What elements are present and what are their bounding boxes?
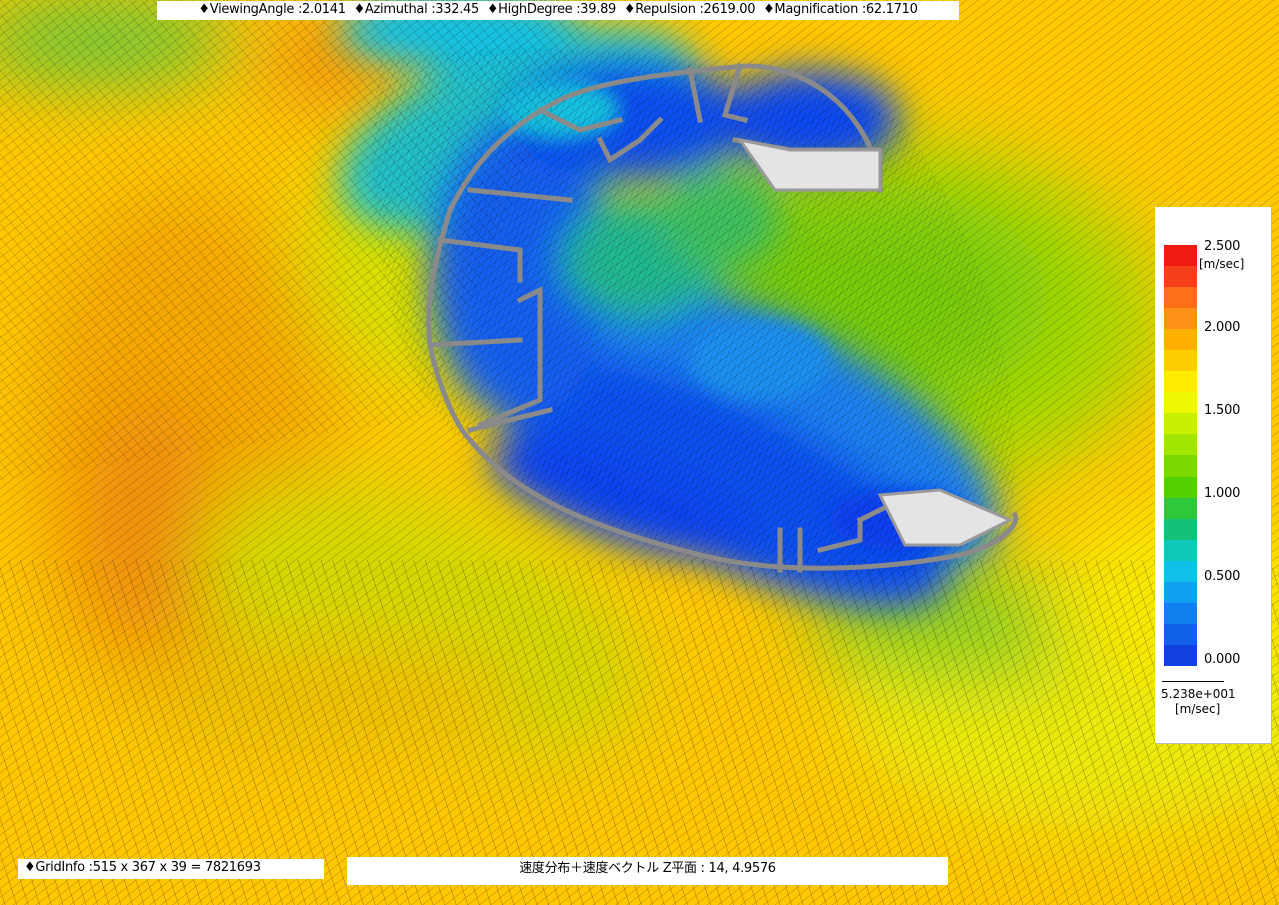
legend-tick: 0.500 <box>1204 569 1241 584</box>
plane-caption: 速度分布＋速度ベクトル Z平面 : 14, 4.9576 <box>347 857 948 885</box>
legend-color-step <box>1164 371 1197 393</box>
azimuthal-label: ♦Azimuthal :332.45 <box>353 2 480 17</box>
legend-max-label: 2.500 <box>1204 239 1241 254</box>
legend-tick: 1.500 <box>1204 403 1241 418</box>
legend-color-step <box>1164 644 1197 666</box>
velocity-vectors <box>0 0 1279 905</box>
viewing-angle-label: ♦ViewingAngle :2.0141 <box>198 2 346 17</box>
legend-color-step <box>1164 455 1197 477</box>
legend-unit: [m/sec] <box>1199 257 1245 271</box>
legend-color-step <box>1164 518 1197 540</box>
legend-color-step <box>1164 581 1197 603</box>
legend-color-step <box>1164 560 1197 582</box>
reference-vector-line <box>1162 681 1224 682</box>
legend-color-step <box>1164 245 1197 267</box>
color-legend: 2.500 [m/sec] 2.000 1.500 1.000 0.500 0.… <box>1155 207 1271 743</box>
legend-color-step <box>1164 434 1197 456</box>
legend-tick: 0.000 <box>1204 652 1241 667</box>
magnification-label: ♦Magnification :62.1710 <box>763 2 918 17</box>
velocity-field-plot <box>0 0 1279 905</box>
legend-color-step <box>1164 623 1197 645</box>
legend-color-step <box>1164 413 1197 435</box>
legend-color-step <box>1164 287 1197 309</box>
legend-color-step <box>1164 602 1197 624</box>
legend-color-step <box>1164 350 1197 372</box>
legend-color-step <box>1164 497 1197 519</box>
high-degree-label: ♦HighDegree :39.89 <box>486 2 617 17</box>
repulsion-label: ♦Repulsion :2619.00 <box>623 2 756 17</box>
grid-info-label: ♦GridInfo :515 x 367 x 39 = 7821693 <box>18 859 324 879</box>
reference-vector-value: 5.238e+001 <box>1161 687 1236 701</box>
legend-color-step <box>1164 392 1197 414</box>
simulation-viewport[interactable]: ♦ViewingAngle :2.0141 ♦Azimuthal :332.45… <box>0 0 1279 905</box>
legend-color-step <box>1164 539 1197 561</box>
legend-color-step <box>1164 308 1197 330</box>
legend-color-bar <box>1164 245 1197 666</box>
legend-color-step <box>1164 476 1197 498</box>
legend-tick: 2.000 <box>1204 320 1241 335</box>
reference-vector-unit: [m/sec] <box>1175 702 1221 716</box>
legend-color-step <box>1164 329 1197 351</box>
legend-color-step <box>1164 266 1197 288</box>
view-parameters-bar: ♦ViewingAngle :2.0141 ♦Azimuthal :332.45… <box>157 1 959 20</box>
legend-tick: 1.000 <box>1204 486 1241 501</box>
